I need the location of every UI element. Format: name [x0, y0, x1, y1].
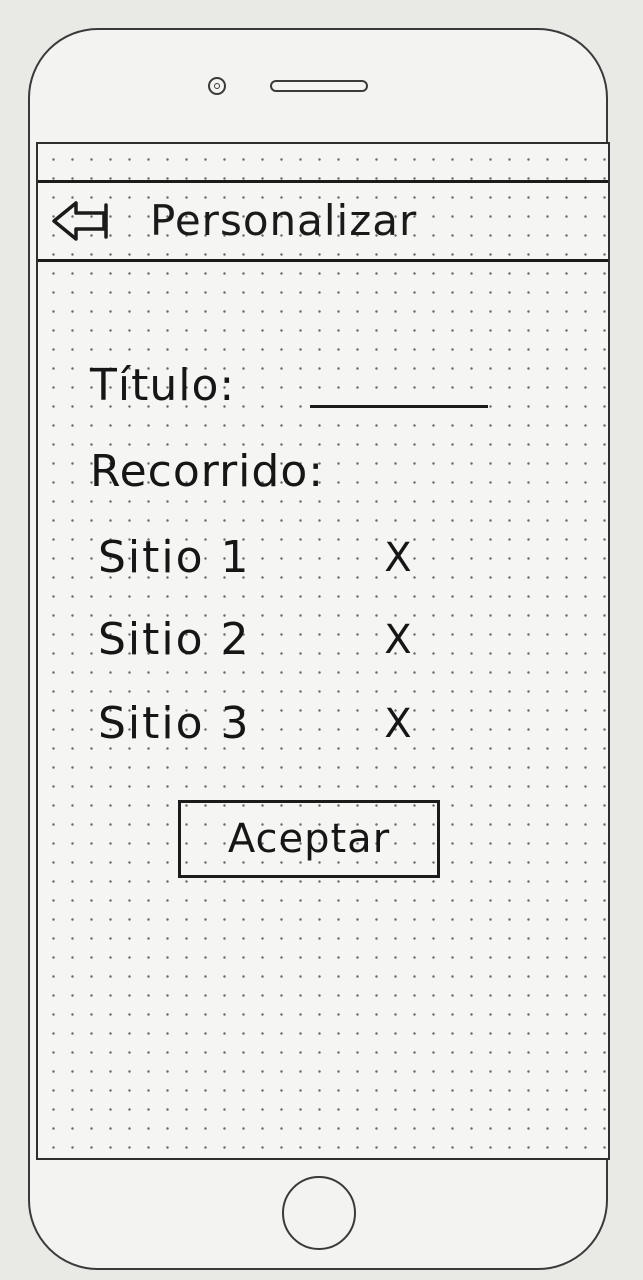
back-button[interactable] [50, 197, 120, 245]
route-label: Recorrido: [90, 446, 325, 497]
app-bar: Personalizar [38, 180, 608, 262]
back-arrow-icon [52, 201, 108, 241]
remove-site-1-button[interactable]: X [376, 536, 420, 580]
list-item-site-1: Sitio 1 X [98, 528, 438, 588]
camera-icon [208, 77, 226, 95]
remove-site-3-button[interactable]: X [376, 702, 420, 746]
phone-frame: Personalizar Título: Recorrido: Sitio 1 … [28, 28, 610, 1270]
title-input[interactable] [310, 372, 488, 408]
list-item-site-2: Sitio 2 X [98, 610, 438, 670]
accept-button[interactable]: Aceptar [178, 800, 440, 878]
remove-site-2-button[interactable]: X [376, 618, 420, 662]
site-name: Sitio 3 [98, 698, 251, 749]
speaker-grille [270, 80, 368, 92]
site-name: Sitio 2 [98, 614, 251, 665]
title-label: Título: [90, 360, 236, 411]
page-title: Personalizar [150, 196, 418, 245]
home-button[interactable] [282, 1176, 356, 1250]
site-name: Sitio 1 [98, 532, 251, 583]
list-item-site-3: Sitio 3 X [98, 694, 438, 754]
app-screen: Personalizar Título: Recorrido: Sitio 1 … [36, 142, 610, 1160]
